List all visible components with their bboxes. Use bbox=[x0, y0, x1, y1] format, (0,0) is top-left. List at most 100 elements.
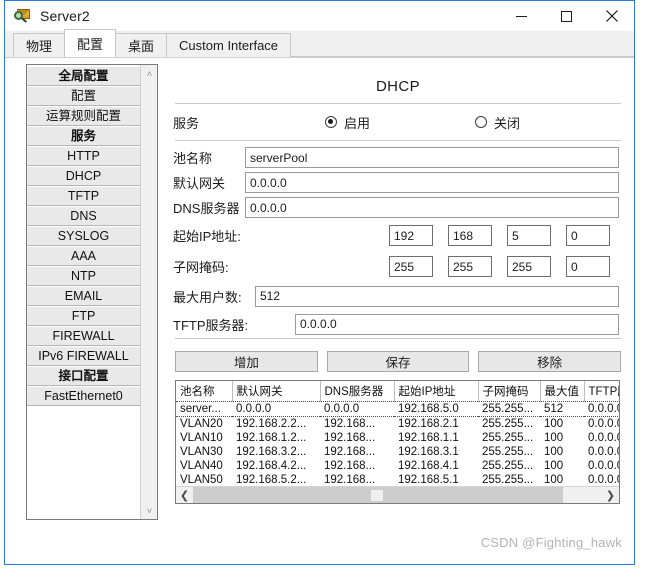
scroll-track[interactable] bbox=[193, 487, 602, 504]
scroll-right-icon[interactable]: ❯ bbox=[602, 487, 619, 504]
col-tftp-server: TFTP服务器 bbox=[584, 381, 620, 402]
sidebar-item-email[interactable]: EMAIL bbox=[27, 286, 140, 306]
cell-subnet-mask: 255.255... bbox=[478, 417, 540, 432]
page-title: DHCP bbox=[173, 78, 623, 95]
start-ip-octet-4[interactable] bbox=[566, 225, 610, 246]
subnet-mask-octet-2[interactable] bbox=[448, 256, 492, 277]
cell-dns-server: 192.168... bbox=[320, 431, 394, 445]
sidebar-item-algorithm-rules[interactable]: 运算规则配置 bbox=[27, 106, 140, 126]
tab-physical[interactable]: 物理 bbox=[13, 33, 65, 57]
radio-off-icon bbox=[475, 116, 487, 128]
divider-service bbox=[175, 140, 621, 141]
cell-dns-server: 192.168... bbox=[320, 459, 394, 473]
add-button[interactable]: 增加 bbox=[175, 351, 318, 372]
scroll-left-icon[interactable]: ❮ bbox=[176, 487, 193, 504]
max-users-label: 最大用户数: bbox=[173, 287, 255, 306]
table-row[interactable]: VLAN50 192.168.5.2... 192.168... 192.168… bbox=[176, 473, 620, 487]
table-row[interactable]: VLAN20 192.168.2.2... 192.168... 192.168… bbox=[176, 417, 620, 432]
cell-tftp-server: 0.0.0.0 bbox=[584, 417, 620, 432]
cell-default-gateway: 0.0.0.0 bbox=[232, 402, 320, 417]
table-horizontal-scrollbar[interactable]: ❮ ❯ bbox=[176, 486, 619, 503]
pool-name-input[interactable] bbox=[245, 147, 619, 168]
radio-on-icon bbox=[325, 116, 337, 128]
window-controls bbox=[499, 1, 634, 31]
cell-subnet-mask: 255.255... bbox=[478, 445, 540, 459]
maximize-button[interactable] bbox=[544, 1, 589, 31]
start-ip-label: 起始IP地址: bbox=[173, 226, 241, 245]
tab-config[interactable]: 配置 bbox=[64, 29, 116, 57]
table-row[interactable]: VLAN10 192.168.1.2... 192.168... 192.168… bbox=[176, 431, 620, 445]
sidebar-item-ntp[interactable]: NTP bbox=[27, 266, 140, 286]
pool-name-label: 池名称 bbox=[173, 148, 245, 167]
cell-dns-server: 192.168... bbox=[320, 417, 394, 432]
tab-desktop[interactable]: 桌面 bbox=[115, 33, 167, 57]
cell-default-gateway: 192.168.1.2... bbox=[232, 431, 320, 445]
cell-subnet-mask: 255.255... bbox=[478, 431, 540, 445]
cell-dns-server: 0.0.0.0 bbox=[320, 402, 394, 417]
scroll-down-icon[interactable]: ˅ bbox=[141, 502, 158, 519]
cell-max-value: 100 bbox=[540, 431, 584, 445]
minimize-button[interactable] bbox=[499, 1, 544, 31]
sidebar-item-interface-config[interactable]: 接口配置 bbox=[27, 366, 140, 386]
sidebar-item-ipv6-firewall[interactable]: IPv6 FIREWALL bbox=[27, 346, 140, 366]
cell-subnet-mask: 255.255... bbox=[478, 402, 540, 417]
table-row[interactable]: VLAN40 192.168.4.2... 192.168... 192.168… bbox=[176, 459, 620, 473]
dns-server-input[interactable] bbox=[245, 197, 619, 218]
tftp-server-label: TFTP服务器: bbox=[173, 315, 295, 334]
cell-subnet-mask: 255.255... bbox=[478, 473, 540, 487]
save-button[interactable]: 保存 bbox=[327, 351, 470, 372]
sidebar-item-dhcp[interactable]: DHCP bbox=[27, 166, 140, 186]
remove-button[interactable]: 移除 bbox=[478, 351, 621, 372]
dhcp-pool-table[interactable]: 池名称 默认网关 DNS服务器 起始IP地址 子网掩码 最大值 TFTP服务器 … bbox=[175, 380, 620, 504]
col-max-value: 最大值 bbox=[540, 381, 584, 402]
sidebar-item-global-config[interactable]: 全局配置 bbox=[27, 66, 140, 86]
sidebar-item-fastethernet0[interactable]: FastEthernet0 bbox=[27, 386, 140, 406]
cell-max-value: 512 bbox=[540, 402, 584, 417]
scroll-thumb-grip[interactable] bbox=[371, 490, 383, 501]
subnet-mask-octet-4[interactable] bbox=[566, 256, 610, 277]
cell-start-ip: 192.168.5.1 bbox=[394, 473, 478, 487]
sidebar-item-ftp[interactable]: FTP bbox=[27, 306, 140, 326]
cell-subnet-mask: 255.255... bbox=[478, 459, 540, 473]
subnet-mask-octet-1[interactable] bbox=[389, 256, 433, 277]
start-ip-octet-3[interactable] bbox=[507, 225, 551, 246]
col-pool-name: 池名称 bbox=[176, 381, 232, 402]
tftp-server-input[interactable] bbox=[295, 314, 619, 335]
cell-start-ip: 192.168.3.1 bbox=[394, 445, 478, 459]
cell-start-ip: 192.168.1.1 bbox=[394, 431, 478, 445]
sidebar-item-services[interactable]: 服务 bbox=[27, 126, 140, 146]
start-ip-octet-2[interactable] bbox=[448, 225, 492, 246]
subnet-mask-octet-3[interactable] bbox=[507, 256, 551, 277]
table-row[interactable]: VLAN30 192.168.3.2... 192.168... 192.168… bbox=[176, 445, 620, 459]
table-row[interactable]: server... 0.0.0.0 0.0.0.0 192.168.5.0 25… bbox=[176, 402, 620, 417]
service-enable-radio[interactable]: 启用 bbox=[325, 113, 370, 132]
sidebar-item-http[interactable]: HTTP bbox=[27, 146, 140, 166]
start-ip-octet-1[interactable] bbox=[389, 225, 433, 246]
action-buttons: 增加 保存 移除 bbox=[173, 351, 623, 372]
cell-tftp-server: 0.0.0.0 bbox=[584, 431, 620, 445]
window-title: Server2 bbox=[40, 8, 90, 24]
cell-pool-name: VLAN50 bbox=[176, 473, 232, 487]
pool-name-row: 池名称 bbox=[173, 145, 623, 170]
scroll-up-icon[interactable]: ˄ bbox=[141, 65, 158, 82]
cell-max-value: 100 bbox=[540, 459, 584, 473]
sidebar-item-config[interactable]: 配置 bbox=[27, 86, 140, 106]
divider-bottom bbox=[175, 338, 621, 339]
service-disable-radio[interactable]: 关闭 bbox=[475, 113, 520, 132]
close-button[interactable] bbox=[589, 1, 634, 31]
sidebar-item-syslog[interactable]: SYSLOG bbox=[27, 226, 140, 246]
max-users-input[interactable] bbox=[255, 286, 619, 307]
dhcp-panel: DHCP 服务 启用 关闭 池名称 bbox=[173, 64, 623, 564]
default-gateway-input[interactable] bbox=[245, 172, 619, 193]
sidebar-item-dns[interactable]: DNS bbox=[27, 206, 140, 226]
sidebar-item-firewall[interactable]: FIREWALL bbox=[27, 326, 140, 346]
tab-custom-interface[interactable]: Custom Interface bbox=[166, 33, 291, 57]
sidebar-item-tftp[interactable]: TFTP bbox=[27, 186, 140, 206]
sidebar-item-aaa[interactable]: AAA bbox=[27, 246, 140, 266]
sidebar-scrollbar[interactable]: ˄ ˅ bbox=[140, 65, 157, 519]
table-header-row: 池名称 默认网关 DNS服务器 起始IP地址 子网掩码 最大值 TFTP服务器 bbox=[176, 381, 620, 402]
cell-default-gateway: 192.168.2.2... bbox=[232, 417, 320, 432]
col-start-ip: 起始IP地址 bbox=[394, 381, 478, 402]
dns-server-label: DNS服务器 bbox=[173, 198, 245, 217]
sidebar-list: 全局配置 配置 运算规则配置 服务 HTTP DHCP TFTP DNS SYS… bbox=[27, 65, 140, 519]
